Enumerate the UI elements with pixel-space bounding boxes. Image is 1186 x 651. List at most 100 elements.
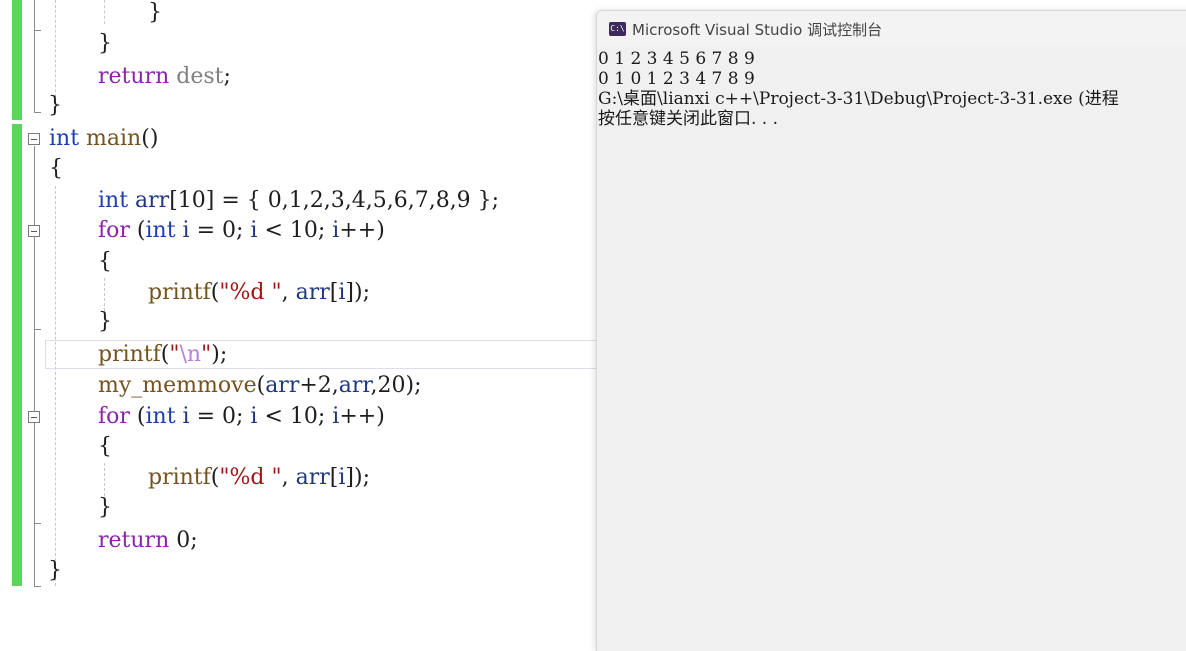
code-token: arr (338, 373, 371, 398)
code-token: () (141, 126, 159, 151)
code-token: { (49, 156, 63, 181)
code-token: dest (176, 64, 224, 89)
code-token: " (201, 342, 212, 367)
code-token: int (98, 188, 129, 213)
console-output-line: 0 1 2 3 4 5 6 7 8 9 (598, 49, 755, 69)
code-line[interactable]: } (48, 91, 62, 121)
console-output-line: 按任意键关闭此窗口. . . (598, 109, 779, 129)
fold-collapse-icon[interactable] (28, 411, 40, 423)
code-token: { (98, 434, 112, 459)
code-token: ++) (339, 218, 385, 243)
code-line[interactable]: int main() (49, 124, 158, 154)
indent-guide (104, 0, 105, 24)
code-token: arr (295, 280, 330, 305)
code-token: int (145, 404, 176, 429)
code-token: return (98, 528, 170, 553)
debug-console-window[interactable]: C:\ Microsoft Visual Studio 调试控制台 0 1 2 … (596, 10, 1186, 651)
code-line[interactable]: for (int i = 0; i < 10; i++) (98, 216, 385, 246)
console-app-icon: C:\ (609, 22, 626, 36)
code-line[interactable]: } (48, 556, 62, 586)
code-line[interactable]: { (98, 432, 112, 462)
code-line[interactable]: { (98, 247, 112, 277)
code-token: , (281, 465, 296, 490)
fold-guide (34, 329, 41, 330)
fold-collapse-icon[interactable] (28, 133, 40, 145)
code-token: ]); (345, 280, 370, 305)
code-line[interactable]: } (98, 493, 112, 523)
console-output-line: 0 1 0 1 2 3 4 7 8 9 (598, 69, 755, 89)
console-title-bar[interactable]: C:\ Microsoft Visual Studio 调试控制台 (597, 11, 1186, 47)
code-line[interactable]: for (int i = 0; i < 10; i++) (98, 402, 385, 432)
code-token: < 10; (257, 404, 333, 429)
code-token: printf (148, 465, 211, 490)
fold-guide (34, 30, 41, 31)
code-token: i (182, 404, 190, 429)
console-title: Microsoft Visual Studio 调试控制台 (632, 21, 883, 39)
code-token: = 0; (189, 218, 251, 243)
code-token: arr (135, 188, 170, 213)
code-token: \n (179, 342, 202, 367)
code-token: ( (129, 218, 146, 243)
code-line[interactable]: { (49, 154, 63, 184)
code-token: int (49, 126, 80, 151)
fold-guide (34, 0, 35, 112)
code-line[interactable]: int arr[10] = { 0,1,2,3,4,5,6,7,8,9 }; (98, 186, 499, 216)
fold-guide (34, 586, 41, 587)
code-token: 0; (169, 528, 198, 553)
code-token: } (98, 495, 112, 520)
code-token: return (98, 64, 170, 89)
change-marker (12, 0, 22, 120)
console-output-line: G:\桌面\lianxi c++\Project-3-31\Debug\Proj… (598, 89, 1119, 109)
code-token: { (98, 249, 112, 274)
code-token: } (98, 31, 112, 56)
code-token: ,20); (370, 373, 422, 398)
code-line[interactable]: } (98, 29, 112, 59)
code-line[interactable]: my_memmove(arr+2,arr,20); (98, 371, 422, 401)
code-token: ); (211, 342, 228, 367)
fold-guide (34, 146, 35, 586)
code-token: "%d " (219, 280, 282, 305)
code-line[interactable]: } (98, 307, 112, 337)
change-marker (12, 124, 22, 586)
code-line[interactable]: printf("%d ", arr[i]); (148, 278, 370, 308)
code-line[interactable]: return 0; (98, 526, 198, 556)
code-line[interactable]: printf("\n"); (98, 340, 227, 370)
indent-guide (55, 186, 56, 586)
fold-guide (34, 523, 41, 524)
console-output[interactable]: 0 1 2 3 4 5 6 7 8 9 0 1 0 1 2 3 4 7 8 9 … (597, 49, 1186, 651)
code-token: } (48, 93, 62, 118)
code-token: " (169, 342, 180, 367)
code-token: } (98, 309, 112, 334)
code-token: ; (223, 64, 231, 89)
code-line[interactable]: return dest; (98, 62, 231, 92)
code-token: , (281, 280, 296, 305)
code-line[interactable]: printf("%d ", arr[i]); (148, 463, 370, 493)
code-token: = 0; (189, 404, 251, 429)
code-token: ( (129, 404, 146, 429)
code-token: printf (148, 280, 211, 305)
code-token: ]); (345, 465, 370, 490)
code-token: [10] = { 0,1,2,3,4,5,6,7,8,9 }; (169, 188, 500, 213)
code-token: < 10; (257, 218, 333, 243)
code-token: arr (295, 465, 330, 490)
code-token: main (86, 126, 142, 151)
code-token: "%d " (219, 465, 282, 490)
fold-collapse-icon[interactable] (28, 225, 40, 237)
code-token: } (48, 558, 62, 583)
code-line[interactable]: } (148, 0, 162, 28)
fold-guide (34, 112, 41, 113)
code-token: arr (265, 373, 300, 398)
code-token: my_memmove (98, 373, 257, 398)
code-token: int (145, 218, 176, 243)
code-token: for (98, 218, 130, 243)
code-token: for (98, 404, 130, 429)
code-token: printf (98, 342, 161, 367)
code-token: } (148, 0, 162, 25)
code-token: +2, (299, 373, 339, 398)
code-token: i (182, 218, 190, 243)
code-token: ++) (339, 404, 385, 429)
